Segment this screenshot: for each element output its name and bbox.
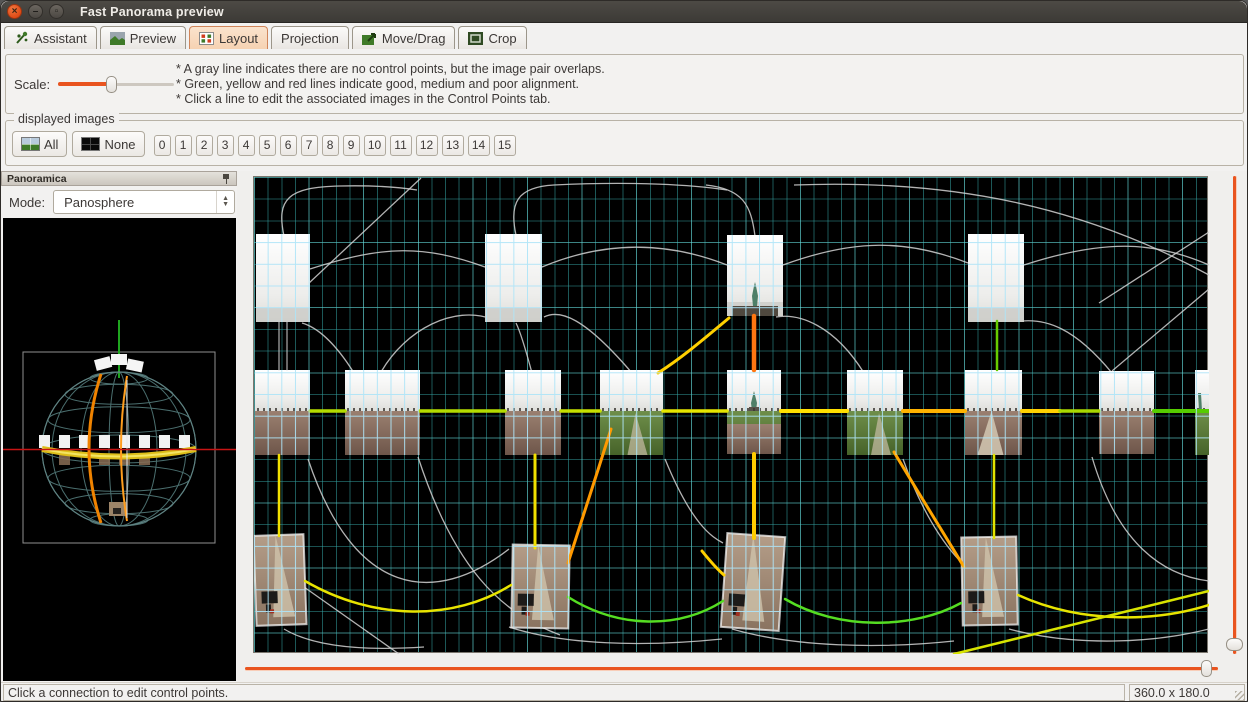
image-grid-overlay	[254, 177, 1209, 654]
crop-icon	[468, 32, 483, 45]
status-message: Click a connection to edit control point…	[3, 684, 1125, 701]
image-toggle-3[interactable]: 3	[217, 135, 234, 156]
preview-icon	[110, 32, 125, 45]
tab-move-drag[interactable]: Move/Drag	[352, 26, 456, 49]
close-icon: ×	[8, 5, 21, 18]
image-toggle-15[interactable]: 15	[494, 135, 516, 156]
displayed-images-groupbox: displayed images All None 01234567891011…	[5, 120, 1244, 166]
all-images-icon	[21, 137, 40, 151]
minimize-button[interactable]: –	[28, 4, 43, 19]
mode-combobox[interactable]: Panosphere ▲▼	[53, 190, 235, 214]
status-bar: Click a connection to edit control point…	[1, 682, 1247, 702]
image-toggle-4[interactable]: 4	[238, 135, 255, 156]
scale-slider-thumb[interactable]	[106, 76, 117, 93]
panosphere-preview[interactable]	[3, 218, 236, 681]
displayed-images-label: displayed images	[14, 112, 119, 126]
maximize-icon: ▫	[50, 5, 63, 18]
canvas-size-field: 360.0 x 180.0	[1129, 684, 1245, 701]
assistant-icon	[14, 31, 29, 45]
yaw-slider[interactable]	[245, 660, 1218, 677]
scale-slider[interactable]	[58, 75, 174, 93]
fast-panorama-preview-window: × – ▫ Fast Panorama preview Assistant Pr…	[0, 0, 1248, 702]
image-toggle-9[interactable]: 9	[343, 135, 360, 156]
pitch-slider[interactable]	[1221, 176, 1247, 654]
panel-header: Panoramica	[1, 171, 237, 186]
show-all-button[interactable]: All	[12, 131, 67, 157]
image-toggle-7[interactable]: 7	[301, 135, 318, 156]
image-toggle-0[interactable]: 0	[154, 135, 171, 156]
image-toggle-6[interactable]: 6	[280, 135, 297, 156]
image-toggle-2[interactable]: 2	[196, 135, 213, 156]
tab-bar: Assistant Preview Layout Projection Move…	[1, 24, 1247, 49]
pin-icon[interactable]	[222, 174, 230, 184]
panel-title: Panoramica	[7, 173, 222, 185]
scale-groupbox: Scale: * A gray line indicates there are…	[5, 54, 1244, 114]
maximize-button[interactable]: ▫	[49, 4, 64, 19]
pitch-slider-thumb[interactable]	[1226, 638, 1243, 651]
combobox-spinner-icon[interactable]: ▲▼	[216, 191, 234, 213]
tab-preview[interactable]: Preview	[100, 26, 186, 49]
preview-panel: Panoramica Mode: Panosphere ▲▼	[1, 171, 237, 682]
tab-layout[interactable]: Layout	[189, 26, 268, 49]
scale-label: Scale:	[14, 77, 50, 92]
layout-canvas-scene	[254, 177, 1209, 654]
image-toggle-8[interactable]: 8	[322, 135, 339, 156]
titlebar: × – ▫ Fast Panorama preview	[1, 1, 1247, 23]
move-drag-icon	[362, 32, 377, 45]
image-toggle-5[interactable]: 5	[259, 135, 276, 156]
close-button[interactable]: ×	[7, 4, 22, 19]
yaw-slider-thumb[interactable]	[1201, 660, 1212, 677]
window-title: Fast Panorama preview	[80, 5, 224, 19]
image-toggle-10[interactable]: 10	[364, 135, 386, 156]
tab-assistant[interactable]: Assistant	[4, 26, 97, 49]
pitch-slider-track[interactable]	[1233, 176, 1236, 654]
resize-grip[interactable]	[1235, 691, 1245, 701]
legend-help-text: * A gray line indicates there are no con…	[176, 62, 605, 107]
layout-icon	[199, 32, 214, 45]
no-images-icon	[81, 137, 100, 151]
mode-label: Mode:	[9, 195, 45, 210]
tab-projection[interactable]: Projection	[271, 26, 349, 49]
canvas-region	[237, 171, 1248, 682]
mode-row: Mode: Panosphere ▲▼	[1, 187, 237, 217]
image-toggle-12[interactable]: 12	[416, 135, 438, 156]
image-toggle-1[interactable]: 1	[175, 135, 192, 156]
image-toggle-11[interactable]: 11	[390, 135, 412, 156]
image-toggle-14[interactable]: 14	[468, 135, 490, 156]
minimize-icon: –	[29, 5, 42, 18]
panosphere-scene	[3, 218, 236, 681]
show-none-button[interactable]: None	[72, 131, 144, 157]
scale-slider-fill	[58, 82, 111, 86]
mode-value: Panosphere	[64, 195, 216, 210]
layout-canvas[interactable]	[253, 176, 1208, 653]
image-toggle-13[interactable]: 13	[442, 135, 464, 156]
image-number-buttons: 0123456789101112131415	[154, 135, 520, 156]
tab-crop[interactable]: Crop	[458, 26, 526, 49]
yaw-slider-track[interactable]	[245, 667, 1218, 670]
